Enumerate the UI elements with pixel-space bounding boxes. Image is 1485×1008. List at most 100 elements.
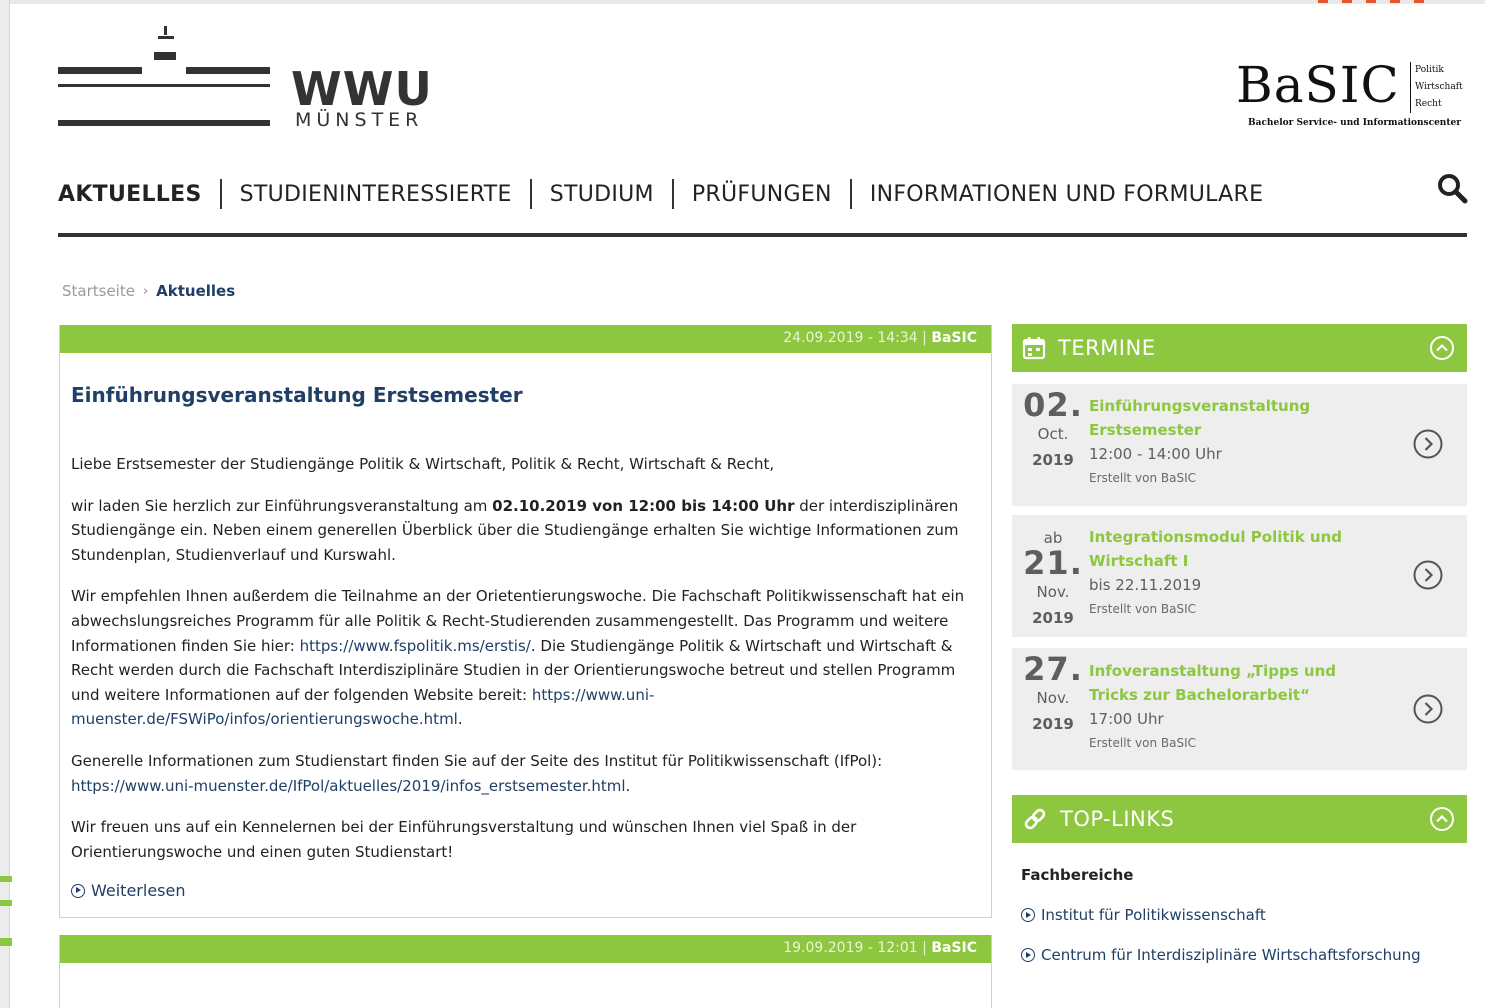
termine-title: TERMINE: [1058, 336, 1156, 360]
basic-logo-text: BaSIC: [1236, 56, 1400, 114]
wwu-logo-text: WWU: [291, 62, 433, 116]
event-date: ab 21. Nov. 2019: [1022, 530, 1084, 631]
article-title[interactable]: Einführungsveranstaltung Erstsemester: [71, 383, 523, 407]
nav-item-studium[interactable]: STUDIUM: [550, 182, 654, 207]
nav-separator: [671, 179, 674, 209]
toplink-label: Institut für Politikwissenschaft: [1041, 906, 1266, 924]
circle-arrow-icon: [1021, 908, 1035, 922]
toplinks-panel-header[interactable]: TOP-LINKS: [1012, 795, 1467, 843]
nav-item-informationen[interactable]: INFORMATIONEN UND FORMULARE: [870, 182, 1264, 207]
article-meta: 19.09.2019 - 12:01 | BaSIC: [783, 940, 977, 956]
article-date: 19.09.2019 - 12:01 |: [783, 940, 927, 956]
toplinks-heading: Fachbereiche: [1021, 866, 1134, 884]
breadcrumb-current: Aktuelles: [156, 282, 236, 300]
text-span: .: [625, 776, 631, 795]
basic-logo[interactable]: BaSIC Politik Wirtschaft Recht Bachelor …: [1236, 56, 1468, 134]
nav-separator: [529, 179, 532, 209]
nav-item-studieninteressierte[interactable]: STUDIENINTERESSIERTE: [240, 182, 512, 207]
article-body: Liebe Erstsemester der Studiengänge Poli…: [71, 452, 976, 881]
event-item[interactable]: ab 21. Nov. 2019 Integrationsmodul Polit…: [1012, 515, 1467, 637]
event-title[interactable]: Infoveranstaltung „Tipps und Tricks zur …: [1089, 659, 1379, 707]
wwu-logo-subtitle: MÜNSTER: [295, 109, 424, 131]
toplink-label: Centrum für Interdisziplinäre Wirtschaft…: [1041, 946, 1421, 964]
basic-logo-tagline: Bachelor Service- und Informationscenter: [1248, 118, 1461, 128]
toplinks-title: TOP-LINKS: [1060, 807, 1175, 831]
nav-separator: [849, 179, 852, 209]
main-nav: AKTUELLES STUDIENINTERESSIERTE STUDIUM P…: [58, 176, 1263, 212]
chevron-right-icon[interactable]: [1413, 694, 1443, 724]
toplink-item[interactable]: Centrum für Interdisziplinäre Wirtschaft…: [1021, 946, 1461, 964]
event-time: bis 22.11.2019: [1089, 576, 1202, 594]
event-info: Einführungsveranstaltung Erstsemester 12…: [1089, 394, 1379, 490]
event-author: Erstellt von BaSIC: [1089, 471, 1197, 485]
event-info: Infoveranstaltung „Tipps und Tricks zur …: [1089, 659, 1379, 755]
event-info: Integrationsmodul Politik und Wirtschaft…: [1089, 525, 1379, 621]
nav-item-pruefungen[interactable]: PRÜFUNGEN: [692, 182, 832, 207]
event-datetime-emphasis: 02.10.2019 von 12:00 bis 14:00 Uhr: [492, 496, 795, 515]
read-more-label: Weiterlesen: [91, 881, 186, 900]
window-left-border: [0, 0, 10, 1008]
news-article: 24.09.2019 - 14:34 | BaSIC Einführungsve…: [59, 325, 992, 918]
read-more-link[interactable]: Weiterlesen: [71, 881, 185, 900]
basic-logo-side: Politik Wirtschaft Recht: [1410, 62, 1463, 113]
breadcrumb-home[interactable]: Startseite: [62, 282, 135, 300]
toplink-item[interactable]: Institut für Politikwissenschaft: [1021, 906, 1461, 924]
article-header-bar: 24.09.2019 - 14:34 | BaSIC: [60, 325, 991, 353]
event-day: 27.: [1023, 650, 1083, 688]
event-time: 12:00 - 14:00 Uhr: [1089, 445, 1222, 463]
termine-panel-header[interactable]: TERMINE: [1012, 324, 1467, 372]
article-meta: 24.09.2019 - 14:34 | BaSIC: [783, 330, 977, 346]
nav-divider: [58, 233, 1467, 237]
event-title[interactable]: Einführungsveranstaltung Erstsemester: [1089, 394, 1379, 442]
basic-side-line: Recht: [1415, 99, 1442, 109]
article-header-bar: 19.09.2019 - 12:01 | BaSIC: [60, 935, 991, 963]
left-green-marks: [0, 876, 12, 946]
search-icon[interactable]: [1436, 172, 1468, 204]
top-accent-stripe: [1318, 0, 1438, 3]
text-span: Generelle Informationen zum Studienstart…: [71, 751, 883, 770]
article-author: BaSIC: [931, 330, 977, 346]
article-paragraph: Wir freuen uns auf ein Kennelernen bei d…: [71, 818, 857, 861]
event-item[interactable]: 27. Nov. 2019 Infoveranstaltung „Tipps u…: [1012, 648, 1467, 770]
event-date: 27. Nov. 2019: [1022, 652, 1084, 737]
window-top-border: [0, 0, 1485, 4]
chevron-right-icon[interactable]: [1413, 429, 1443, 459]
chevron-right-icon[interactable]: [1413, 560, 1443, 590]
event-month: Nov.: [1036, 689, 1070, 707]
event-time: 17:00 Uhr: [1089, 710, 1164, 728]
article-paragraph: wir laden Sie herzlich zur Einführungsve…: [71, 494, 976, 568]
nav-item-aktuelles[interactable]: AKTUELLES: [58, 182, 202, 207]
nav-separator: [219, 179, 222, 209]
circle-arrow-icon: [1021, 948, 1035, 962]
breadcrumb-separator: ›: [142, 283, 149, 299]
event-author: Erstellt von BaSIC: [1089, 602, 1197, 616]
news-article-2: 19.09.2019 - 12:01 | BaSIC: [59, 935, 992, 1008]
event-title[interactable]: Integrationsmodul Politik und Wirtschaft…: [1089, 525, 1379, 573]
wwu-emblem-icon: [58, 26, 270, 126]
basic-side-line: Wirtschaft: [1415, 82, 1463, 92]
event-year: 2019: [1032, 609, 1074, 627]
link-icon: [1024, 808, 1046, 830]
basic-side-line: Politik: [1415, 65, 1444, 75]
article-paragraph: Liebe Erstsemester der Studiengänge Poli…: [71, 455, 775, 473]
collapse-icon[interactable]: [1429, 806, 1455, 832]
event-item[interactable]: 02. Oct. 2019 Einführungsveranstaltung E…: [1012, 384, 1467, 506]
event-day: 21.: [1023, 544, 1083, 582]
event-date: 02. Oct. 2019: [1022, 388, 1084, 473]
event-month: Nov.: [1036, 583, 1070, 601]
event-year: 2019: [1032, 715, 1074, 733]
article-date: 24.09.2019 - 14:34 |: [783, 330, 927, 346]
event-year: 2019: [1032, 451, 1074, 469]
article-paragraph: Generelle Informationen zum Studienstart…: [71, 749, 976, 798]
fspolitik-link[interactable]: https://www.fspolitik.ms/erstis/: [300, 637, 531, 655]
breadcrumb: Startseite › Aktuelles: [62, 282, 235, 300]
circle-arrow-icon: [71, 883, 85, 898]
wwu-logo[interactable]: WWU MÜNSTER: [58, 26, 432, 136]
article-paragraph: Wir empfehlen Ihnen außerdem die Teilnah…: [71, 584, 976, 732]
toplinks-list: Fachbereiche Institut für Politikwissens…: [1021, 866, 1461, 964]
calendar-icon: [1022, 337, 1046, 360]
event-day: 02.: [1023, 386, 1083, 424]
ifpol-link[interactable]: https://www.uni-muenster.de/IfPol/aktuel…: [71, 777, 626, 795]
collapse-icon[interactable]: [1429, 335, 1455, 361]
article-author: BaSIC: [931, 940, 977, 956]
